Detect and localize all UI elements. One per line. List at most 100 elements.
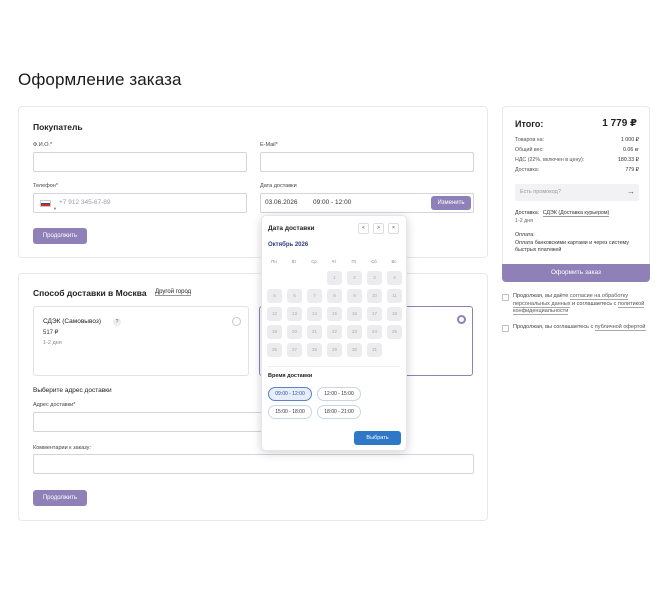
row-label: Доставка: [515, 167, 540, 173]
choose-button[interactable]: Выбрать [354, 431, 401, 445]
calendar-day[interactable]: 1 [327, 271, 342, 285]
calendar-day[interactable]: 3 [367, 271, 382, 285]
buyer-card: Покупатель Ф.И.О.* E-Mail* Телефон* ▼ +7… [18, 106, 488, 258]
weekday-label: Чт [331, 259, 337, 264]
next-month-button[interactable]: > [373, 223, 384, 234]
time-slot[interactable]: 12:00 - 15:00 [317, 387, 361, 401]
option-days: 1-2 дня [43, 340, 62, 346]
time-slot[interactable]: 18:00 - 21:00 [317, 405, 361, 419]
calendar-day[interactable]: 27 [287, 343, 302, 357]
calendar-day[interactable]: 24 [367, 325, 382, 339]
calendar-day[interactable]: 28 [307, 343, 322, 357]
calendar-day[interactable]: 13 [287, 307, 302, 321]
summary-total: 1 779 ₽ [602, 118, 637, 129]
calendar-day[interactable]: 8 [327, 289, 342, 303]
phone-placeholder: +7 912 345-67-89 [59, 199, 111, 206]
promo-placeholder: Есть промокод? [520, 189, 561, 195]
calendar-day[interactable]: 9 [347, 289, 362, 303]
calendar-day[interactable]: 30 [347, 343, 362, 357]
delivery-summary-link[interactable]: СДЭК (Доставка курьером) [542, 210, 610, 217]
delivery-card: Способ доставки в Москва Другой город СД… [18, 273, 488, 521]
calendar-day[interactable]: 25 [387, 325, 402, 339]
consent-checkbox-personal-data[interactable] [502, 294, 509, 301]
time-slot[interactable]: 15:00 - 18:00 [268, 405, 312, 419]
option-radio[interactable] [232, 317, 241, 326]
calendar-day[interactable]: 2 [347, 271, 362, 285]
calendar-day[interactable]: 11 [387, 289, 402, 303]
calendar-day[interactable]: 26 [267, 343, 282, 357]
payment-value: Оплата банковскими картами и через систе… [515, 240, 629, 253]
change-date-button[interactable]: Изменить [431, 196, 471, 210]
calendar-day[interactable]: 20 [287, 325, 302, 339]
delivery-summary: Доставка: СДЭК (Доставка курьером) [515, 210, 610, 217]
option-name: СДЭК (Самовывоз) [43, 318, 102, 325]
calendar-day[interactable]: 19 [267, 325, 282, 339]
calendar-day[interactable]: 21 [307, 325, 322, 339]
buyer-continue-button[interactable]: Продолжить [33, 228, 87, 244]
name-label: Ф.И.О.* [33, 142, 53, 148]
row-value: 180.33 ₽ [617, 157, 639, 163]
russia-flag-icon[interactable] [40, 200, 51, 207]
chevron-down-icon[interactable]: ▼ [53, 200, 57, 218]
delivery-summary-days: 1-2 дня [515, 218, 534, 224]
promo-input[interactable]: Есть промокод? → [515, 184, 639, 201]
phone-label: Телефон* [33, 183, 58, 189]
phone-input[interactable]: ▼ +7 912 345-67-89 [33, 193, 247, 213]
consent-text: и соглашаетесь с [570, 300, 618, 307]
email-input[interactable] [260, 152, 474, 172]
delivery-summary-label: Доставка: [515, 210, 540, 216]
weekday-label: Ср [311, 259, 317, 264]
calendar-day[interactable]: 16 [347, 307, 362, 321]
calendar-day[interactable]: 10 [367, 289, 382, 303]
weekday-label: Вт [291, 259, 297, 264]
date-time-field[interactable]: 03.06.2026 09:00 - 12:00 Изменить [260, 193, 474, 213]
name-input[interactable] [33, 152, 247, 172]
checkout-button[interactable]: Оформить заказ [502, 264, 650, 282]
calendar-month: Октябрь 2026 [268, 242, 309, 248]
summary-title: Итого: [515, 119, 544, 129]
comment-input[interactable] [33, 454, 474, 474]
summary-row: Общий вес: 0.06 кг [515, 147, 639, 153]
info-icon[interactable]: ? [113, 318, 121, 326]
summary-row: Доставка: 779 ₽ [515, 167, 639, 173]
calendar-day[interactable]: 12 [267, 307, 282, 321]
page-title: Оформление заказа [18, 70, 182, 89]
calendar-day[interactable]: 23 [347, 325, 362, 339]
calendar-day[interactable]: 22 [327, 325, 342, 339]
calendar-day[interactable]: 6 [287, 289, 302, 303]
calendar-day[interactable]: 31 [367, 343, 382, 357]
calendar-day[interactable]: 7 [307, 289, 322, 303]
comment-label: Комментарии к заказу: [33, 445, 91, 451]
calendar-day[interactable]: 29 [327, 343, 342, 357]
delivery-continue-button[interactable]: Продолжить [33, 490, 87, 506]
calendar-day[interactable]: 15 [327, 307, 342, 321]
delivery-time-title: Время доставки [268, 373, 313, 379]
consent-checkbox-offer[interactable] [502, 325, 509, 332]
consent-text: Продолжая, вы соглашаетесь с [513, 324, 595, 330]
calendar-day[interactable]: 18 [387, 307, 402, 321]
address-label: Адрес доставки* [33, 402, 76, 408]
buyer-section-title: Покупатель [33, 122, 83, 132]
calendar-day[interactable]: 4 [387, 271, 402, 285]
calendar-day[interactable]: 5 [267, 289, 282, 303]
address-input[interactable] [33, 412, 273, 432]
close-icon[interactable]: × [388, 223, 399, 234]
prev-month-button[interactable]: < [358, 223, 369, 234]
summary-row: Товаров на: 1 000 ₽ [515, 137, 639, 143]
weekday-label: Пт [351, 259, 357, 264]
other-city-link[interactable]: Другой город [155, 289, 192, 296]
payment-label: Оплата: [515, 232, 535, 238]
time-slot[interactable]: 09:00 - 12:00 [268, 387, 312, 401]
weekday-label: Вс [391, 259, 397, 264]
delivery-option-cdek-pickup[interactable]: СДЭК (Самовывоз) ? 517 ₽ 1-2 дня [33, 306, 249, 376]
calendar-day[interactable]: 17 [367, 307, 382, 321]
row-value: 1 000 ₽ [620, 137, 639, 143]
arrow-right-icon[interactable]: → [627, 184, 635, 200]
public-offer-link[interactable]: публичной офертой [594, 324, 646, 331]
row-label: Товаров на: [515, 137, 544, 143]
option-radio-selected[interactable] [457, 315, 466, 324]
row-value: 0.06 кг [622, 147, 639, 153]
calendar-day[interactable]: 14 [307, 307, 322, 321]
delivery-time-value: 09:00 - 12:00 [313, 199, 352, 206]
address-section-title: Выберите адрес доставки [33, 387, 112, 394]
